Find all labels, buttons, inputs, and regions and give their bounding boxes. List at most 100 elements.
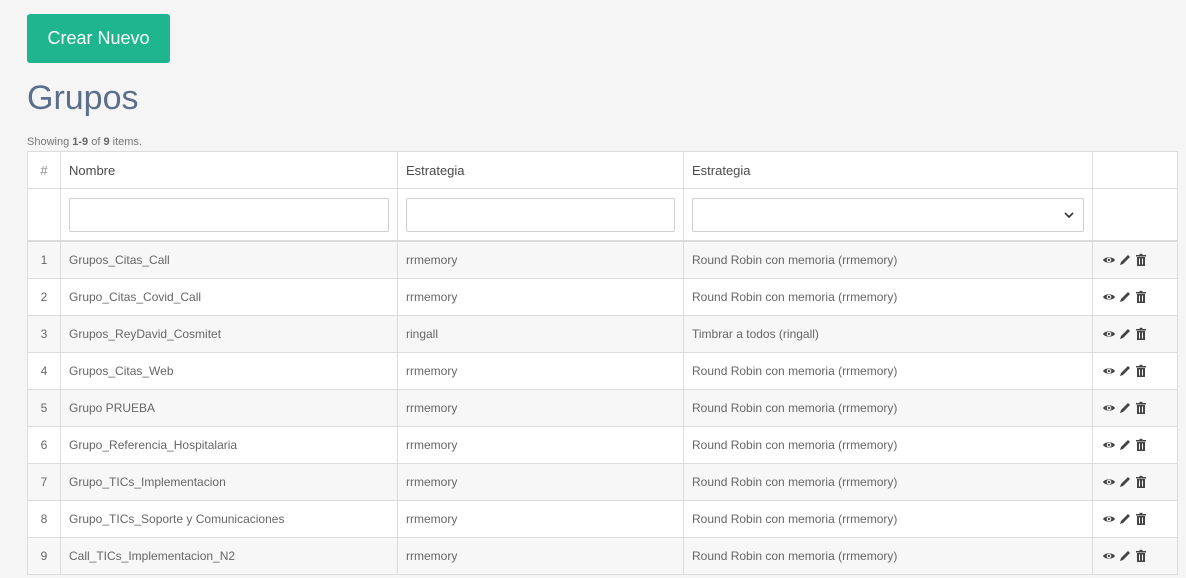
chevron-down-icon: [1064, 208, 1074, 222]
trash-icon[interactable]: [1134, 475, 1148, 489]
table-row: 1 Grupos_Citas_Call rrmemory Round Robin co…: [27, 240, 1178, 279]
row-strategy: ringall: [397, 315, 684, 353]
eye-icon[interactable]: [1102, 401, 1116, 415]
row-index: 7: [27, 463, 61, 501]
eye-icon[interactable]: [1102, 549, 1116, 563]
trash-icon[interactable]: [1134, 253, 1148, 267]
row-actions: [1092, 463, 1178, 501]
strategy-filter-input[interactable]: [406, 197, 675, 232]
trash-icon[interactable]: [1134, 364, 1148, 378]
column-header-actions: [1092, 151, 1178, 189]
row-strategy-desc: Timbrar a todos (ringall): [683, 315, 1093, 353]
row-name: Grupo_TICs_Soporte y Comunicaciones: [60, 500, 398, 538]
pencil-icon[interactable]: [1118, 549, 1132, 563]
row-strategy-desc: Round Robin con memoria (rrmemory): [683, 426, 1093, 464]
pencil-icon[interactable]: [1118, 401, 1132, 415]
table-header-row: # Nombre Estrategia Estrategia: [27, 151, 1178, 189]
row-name: Call_TICs_Implementacion_N2: [60, 537, 398, 575]
row-strategy-desc: Round Robin con memoria (rrmemory): [683, 278, 1093, 316]
strategy-filter-select[interactable]: [692, 197, 1084, 232]
row-index: 2: [27, 278, 61, 316]
row-actions: [1092, 389, 1178, 427]
row-name: Grupos_Citas_Web: [60, 352, 398, 390]
row-actions: [1092, 278, 1178, 316]
row-index: 3: [27, 315, 61, 353]
pencil-icon[interactable]: [1118, 290, 1132, 304]
table-row: 6 Grupo_Referencia_Hospitalaria rrmemory Ro…: [27, 426, 1178, 464]
table-row: 8 Grupo_TICs_Soporte y Comunicaciones rrme…: [27, 500, 1178, 538]
table-row: 5 Grupo PRUEBA rrmemory Round Robin con mem…: [27, 389, 1178, 427]
summary-middle: of: [88, 136, 104, 148]
column-header-name[interactable]: Nombre: [60, 151, 398, 189]
row-actions: [1092, 352, 1178, 390]
pencil-icon[interactable]: [1118, 475, 1132, 489]
create-new-button[interactable]: Crear Nuevo: [27, 14, 170, 63]
row-strategy: rrmemory: [397, 240, 684, 279]
summary-prefix: Showing: [27, 136, 73, 148]
pencil-icon[interactable]: [1118, 364, 1132, 378]
column-header-index: #: [27, 151, 61, 189]
table-row: 2 Grupo_Citas_Covid_Call rrmemory Round Rob…: [27, 278, 1178, 316]
row-index: 4: [27, 352, 61, 390]
row-actions: [1092, 537, 1178, 575]
row-name: Grupo_Citas_Covid_Call: [60, 278, 398, 316]
summary-text: Showing 1-9 of 9 items.: [27, 136, 142, 148]
row-name: Grupo_TICs_Implementacion: [60, 463, 398, 501]
row-strategy-desc: Round Robin con memoria (rrmemory): [683, 500, 1093, 538]
row-name: Grupos_Citas_Call: [60, 240, 398, 279]
eye-icon[interactable]: [1102, 253, 1116, 267]
eye-icon[interactable]: [1102, 475, 1116, 489]
pencil-icon[interactable]: [1118, 438, 1132, 452]
row-strategy: rrmemory: [397, 278, 684, 316]
row-name: Grupo PRUEBA: [60, 389, 398, 427]
filter-cell-actions: [1092, 188, 1178, 242]
pencil-icon[interactable]: [1118, 512, 1132, 526]
row-name: Grupos_ReyDavid_Cosmitet: [60, 315, 398, 353]
trash-icon[interactable]: [1134, 512, 1148, 526]
filter-cell-strategy-desc: [683, 188, 1093, 242]
row-strategy: rrmemory: [397, 537, 684, 575]
row-actions: [1092, 240, 1178, 279]
trash-icon[interactable]: [1134, 549, 1148, 563]
filter-cell-name: [60, 188, 398, 242]
column-header-strategy-desc[interactable]: Estrategia: [683, 151, 1093, 189]
table-row: 4 Grupos_Citas_Web rrmemory Round Robin con…: [27, 352, 1178, 390]
row-actions: [1092, 315, 1178, 353]
table-row: 7 Grupo_TICs_Implementacion rrmemory Round …: [27, 463, 1178, 501]
groups-table: # Nombre Estrategia Estrategia 1 Grupos_…: [27, 151, 1178, 575]
row-actions: [1092, 426, 1178, 464]
eye-icon[interactable]: [1102, 438, 1116, 452]
eye-icon[interactable]: [1102, 512, 1116, 526]
row-strategy-desc: Round Robin con memoria (rrmemory): [683, 240, 1093, 279]
pencil-icon[interactable]: [1118, 253, 1132, 267]
row-actions: [1092, 500, 1178, 538]
row-strategy: rrmemory: [397, 500, 684, 538]
eye-icon[interactable]: [1102, 327, 1116, 341]
pencil-icon[interactable]: [1118, 327, 1132, 341]
row-strategy: rrmemory: [397, 352, 684, 390]
column-header-strategy[interactable]: Estrategia: [397, 151, 684, 189]
row-name: Grupo_Referencia_Hospitalaria: [60, 426, 398, 464]
trash-icon[interactable]: [1134, 290, 1148, 304]
row-strategy-desc: Round Robin con memoria (rrmemory): [683, 352, 1093, 390]
row-index: 6: [27, 426, 61, 464]
page-title: Grupos: [27, 79, 139, 117]
trash-icon[interactable]: [1134, 438, 1148, 452]
row-strategy-desc: Round Robin con memoria (rrmemory): [683, 389, 1093, 427]
row-strategy: rrmemory: [397, 463, 684, 501]
trash-icon[interactable]: [1134, 401, 1148, 415]
name-filter-input[interactable]: [69, 197, 389, 232]
page: Crear Nuevo Grupos Showing 1-9 of 9 item…: [0, 0, 1186, 578]
row-index: 1: [27, 240, 61, 279]
eye-icon[interactable]: [1102, 364, 1116, 378]
filter-cell-index: [27, 188, 61, 242]
table-row: 3 Grupos_ReyDavid_Cosmitet ringall Timbrar …: [27, 315, 1178, 353]
filter-row: [27, 188, 1178, 242]
row-index: 8: [27, 500, 61, 538]
trash-icon[interactable]: [1134, 327, 1148, 341]
row-index: 9: [27, 537, 61, 575]
eye-icon[interactable]: [1102, 290, 1116, 304]
row-strategy-desc: Round Robin con memoria (rrmemory): [683, 537, 1093, 575]
summary-suffix: items.: [109, 136, 142, 148]
row-strategy: rrmemory: [397, 426, 684, 464]
